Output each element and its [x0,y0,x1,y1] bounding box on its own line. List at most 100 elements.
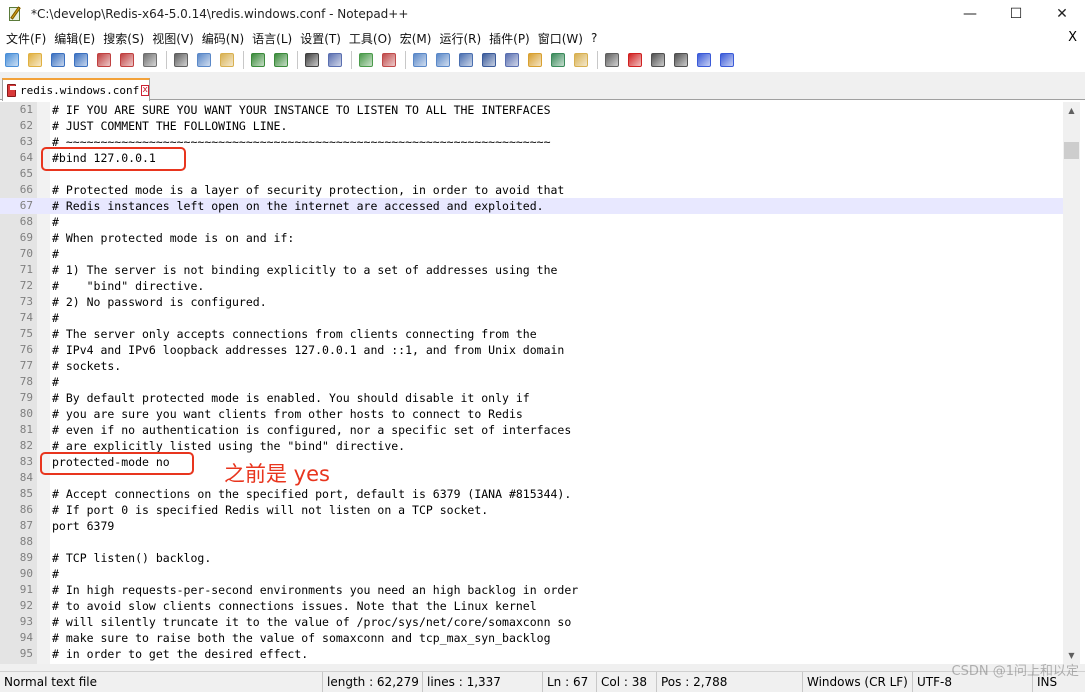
line-text: # Redis instances left open on the inter… [52,199,544,213]
maximize-button[interactable]: ☐ [993,0,1039,28]
scroll-thumb[interactable] [1064,142,1079,159]
editor-line[interactable]: 95 # in order to get the desired effect. [0,646,1063,662]
toolbar-separator [405,51,406,69]
cut-icon[interactable] [172,51,190,69]
vertical-scrollbar[interactable]: ▲ ▼ [1063,102,1080,664]
copy-icon[interactable] [195,51,213,69]
editor-line[interactable]: 76 # IPv4 and IPv6 loopback addresses 127… [0,342,1063,358]
editor-line[interactable]: 78 # [0,374,1063,390]
tab-close-icon[interactable]: x [141,85,149,96]
editor-line[interactable]: 62 # JUST COMMENT THE FOLLOWING LINE. [0,118,1063,134]
menu-item-12[interactable]: ? [589,31,603,45]
editor-line[interactable]: 88 [0,534,1063,550]
toolbar-separator [243,51,244,69]
save-icon[interactable] [49,51,67,69]
editor-line[interactable]: 66 # Protected mode is a layer of securit… [0,182,1063,198]
editor-line[interactable]: 67 # Redis instances left open on the int… [0,198,1063,214]
line-number: 63 [19,135,33,148]
zoom-out-icon[interactable] [380,51,398,69]
line-number: 74 [19,311,33,324]
function-list-icon[interactable] [549,51,567,69]
menu-item-10[interactable]: 插件(P) [487,30,536,47]
replace-icon[interactable] [326,51,344,69]
editor-line[interactable]: 73 # 2) No password is configured. [0,294,1063,310]
document-map-icon[interactable] [526,51,544,69]
menu-item-6[interactable]: 设置(T) [298,30,347,47]
open-file-icon[interactable] [26,51,44,69]
tab-redis-windows-conf[interactable]: redis.windows.conf x [2,78,150,101]
editor-line[interactable]: 89 # TCP listen() backlog. [0,550,1063,566]
editor-line[interactable]: 72 # "bind" directive. [0,278,1063,294]
menu-item-4[interactable]: 编码(N) [200,30,250,47]
menu-item-3[interactable]: 视图(V) [150,30,200,47]
menu-item-2[interactable]: 搜索(S) [101,30,150,47]
new-file-icon[interactable] [3,51,21,69]
line-number: 81 [19,423,33,436]
folder-workspace-icon[interactable] [572,51,590,69]
text-editor[interactable]: 61 # IF YOU ARE SURE YOU WANT YOUR INSTAN… [0,102,1063,664]
editor-line[interactable]: 69 # When protected mode is on and if: [0,230,1063,246]
record-macro-icon[interactable] [626,51,644,69]
find-icon[interactable] [303,51,321,69]
menu-item-1[interactable]: 编辑(E) [52,30,101,47]
line-text: # sockets. [52,359,122,373]
editor-line[interactable]: 79 # By default protected mode is enabled… [0,390,1063,406]
paste-icon[interactable] [218,51,236,69]
editor-line[interactable]: 94 # make sure to raise both the value of… [0,630,1063,646]
close-all-icon[interactable] [118,51,136,69]
line-number: 67 [19,199,33,212]
editor-line[interactable]: 75 # The server only accepts connections … [0,326,1063,342]
editor-line[interactable]: 81 # even if no authentication is configu… [0,422,1063,438]
editor-line[interactable]: 77 # sockets. [0,358,1063,374]
minimize-button[interactable]: — [947,0,993,28]
close-document-button[interactable]: X [1068,28,1077,48]
editor-line[interactable]: 92 # to avoid slow clients connections is… [0,598,1063,614]
line-number: 62 [19,119,33,132]
save-all-icon[interactable] [72,51,90,69]
line-text: # [52,311,59,325]
editor-line[interactable]: 87 port 6379 [0,518,1063,534]
line-text: # [52,247,59,261]
save-macro-icon[interactable] [718,51,736,69]
menu-item-5[interactable]: 语言(L) [250,30,298,47]
line-number: 61 [19,103,33,116]
editor-line[interactable]: 90 # [0,566,1063,582]
play-macro-icon[interactable] [672,51,690,69]
menu-item-0[interactable]: 文件(F) [4,30,52,47]
editor-line[interactable]: 80 # you are sure you want clients from o… [0,406,1063,422]
editor-line[interactable]: 74 # [0,310,1063,326]
editor-line[interactable]: 68 # [0,214,1063,230]
editor-line[interactable]: 91 # In high requests-per-second environm… [0,582,1063,598]
run-macro-multiple-icon[interactable] [695,51,713,69]
redo-icon[interactable] [272,51,290,69]
menu-item-8[interactable]: 宏(M) [398,30,438,47]
line-text: # to avoid slow clients connections issu… [52,599,537,613]
status-eol[interactable]: Windows (CR LF) [802,672,912,692]
tab-bar: redis.windows.conf x [0,72,1085,101]
editor-line[interactable]: 70 # [0,246,1063,262]
zoom-in-icon[interactable] [357,51,375,69]
scroll-up-icon[interactable]: ▲ [1063,102,1080,119]
word-wrap-icon[interactable] [457,51,475,69]
line-number: 64 [19,151,33,164]
menu-item-7[interactable]: 工具(O) [347,30,398,47]
editor-line[interactable]: 61 # IF YOU ARE SURE YOU WANT YOUR INSTAN… [0,102,1063,118]
close-icon[interactable] [95,51,113,69]
undo-icon[interactable] [249,51,267,69]
indent-guide-icon[interactable] [503,51,521,69]
close-window-button[interactable]: ✕ [1039,0,1085,28]
editor-line[interactable]: 86 # If port 0 is specified Redis will no… [0,502,1063,518]
sync-horizontal-icon[interactable] [434,51,452,69]
menu-item-11[interactable]: 窗口(W) [536,30,589,47]
editor-line[interactable]: 93 # will silently truncate it to the val… [0,614,1063,630]
stop-record-icon[interactable] [649,51,667,69]
editor-line[interactable]: 71 # 1) The server is not binding explici… [0,262,1063,278]
menu-item-9[interactable]: 运行(R) [437,30,487,47]
watermark: CSDN @1问上和以定 [951,664,1079,679]
editor-line[interactable]: 85 # Accept connections on the specified … [0,486,1063,502]
print-icon[interactable] [141,51,159,69]
show-all-chars-icon[interactable] [480,51,498,69]
sync-vertical-icon[interactable] [411,51,429,69]
monitor-icon[interactable] [603,51,621,69]
line-text: # By default protected mode is enabled. … [52,391,530,405]
